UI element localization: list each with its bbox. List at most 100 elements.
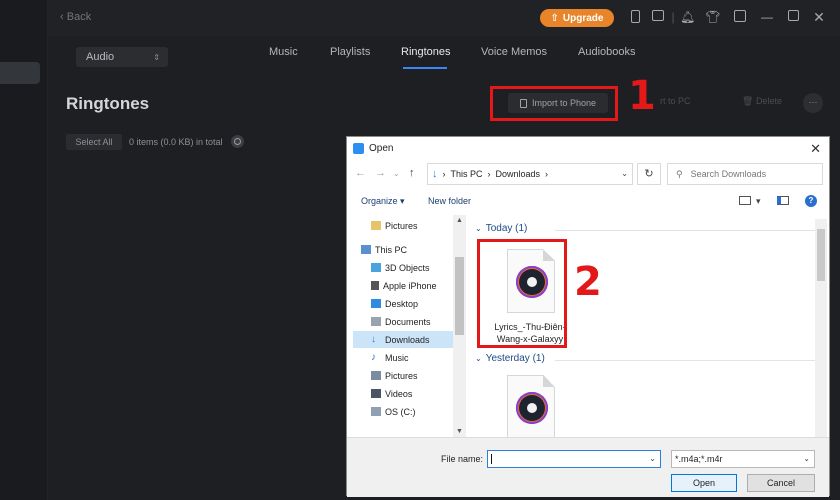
category-tabs: Music Playlists Ringtones Voice Memos Au…	[0, 46, 840, 70]
dialog-title: Open	[369, 142, 394, 154]
scroll-down-icon[interactable]: ▼	[456, 428, 463, 435]
chevron-down-icon: ⌄	[803, 454, 810, 463]
nav-item-desktop[interactable]: Desktop	[353, 295, 457, 312]
nav-item-videos[interactable]: Videos	[353, 385, 457, 402]
scrollbar-thumb[interactable]	[455, 257, 464, 335]
annotation-number-2: 2	[574, 259, 602, 305]
more-options-button[interactable]: ···	[803, 93, 823, 113]
file-name-input[interactable]: ⌄	[487, 450, 661, 468]
nav-item-label: Videos	[385, 388, 413, 399]
phone-device-icon	[371, 281, 379, 290]
computer-icon	[361, 245, 371, 254]
chevron-down-icon: ⌄	[475, 224, 482, 233]
nav-item-label: Music	[385, 352, 409, 363]
nav-item-label: This PC	[375, 244, 408, 255]
up-arrow-icon[interactable]: ↑	[409, 167, 415, 179]
address-dropdown-icon[interactable]: ⌄	[621, 169, 628, 178]
nav-item-label: Documents	[385, 316, 431, 327]
bell-icon[interactable]: 🔔︎	[680, 10, 695, 24]
audio-file-icon	[507, 375, 555, 437]
nav-item-os-c[interactable]: OS (C:)	[353, 403, 457, 420]
breadcrumb-downloads[interactable]: Downloads	[496, 169, 541, 179]
download-icon: ↓	[371, 334, 376, 345]
export-to-pc-button[interactable]: rt to PC	[660, 96, 691, 106]
menu-box-icon[interactable]	[733, 10, 747, 24]
nav-item-3d-objects[interactable]: 3D Objects	[353, 259, 457, 276]
address-bar[interactable]: ↓ › This PC › Downloads › ⌄	[427, 163, 633, 185]
dialog-title-bar: Open	[347, 137, 829, 159]
upgrade-icon: ⇧	[550, 12, 559, 24]
nav-item-label: Desktop	[385, 298, 419, 309]
close-icon[interactable]: ✕	[812, 10, 826, 24]
search-downloads-input[interactable]: ⚲ Search Downloads	[667, 163, 823, 185]
back-arrow-icon[interactable]: ←	[355, 167, 366, 179]
refresh-icon[interactable]: ↻	[637, 163, 661, 185]
nav-item-label: 3D Objects	[385, 262, 430, 273]
tab-playlists[interactable]: Playlists	[330, 46, 370, 58]
delete-button[interactable]: 🗑︎ Delete	[742, 96, 782, 107]
nav-item-pictures[interactable]: Pictures	[353, 367, 457, 384]
download-folder-icon: ↓	[432, 168, 438, 180]
tab-voice-memos[interactable]: Voice Memos	[481, 46, 547, 58]
nav-item-pictures-quick[interactable]: Pictures	[353, 217, 457, 234]
group-divider	[555, 360, 817, 361]
videos-icon	[371, 389, 381, 398]
restore-icon[interactable]	[786, 10, 800, 24]
delete-label: Delete	[755, 96, 782, 106]
tab-music[interactable]: Music	[269, 46, 298, 58]
dialog-close-icon[interactable]: ✕	[810, 141, 821, 157]
preview-pane-icon[interactable]	[777, 196, 789, 205]
shirt-icon[interactable]: 👕︎	[705, 10, 720, 24]
separator-icon: |	[671, 10, 675, 24]
file-type-select[interactable]: *.m4a;*.m4r ⌄	[671, 450, 815, 468]
search-icon[interactable]	[231, 135, 244, 148]
scroll-up-icon[interactable]: ▲	[456, 217, 463, 224]
gift-icon[interactable]	[651, 10, 665, 24]
tab-ringtones[interactable]: Ringtones	[401, 46, 451, 58]
file-list-scrollbar[interactable]	[815, 219, 827, 437]
new-folder-button[interactable]: New folder	[428, 196, 471, 206]
item-count-text: 0 items (0.0 KB) in total	[129, 137, 223, 147]
navigation-pane: Pictures This PC 3D Objects Apple iPhone…	[353, 215, 465, 437]
folder-icon	[371, 221, 381, 230]
open-button[interactable]: Open	[671, 474, 737, 492]
left-rail	[0, 0, 48, 500]
group-header-today[interactable]: ⌄ Today (1)	[475, 223, 527, 234]
annotation-box-1	[490, 86, 618, 121]
back-button[interactable]: ‹ Back	[60, 11, 91, 23]
nav-item-documents[interactable]: Documents	[353, 313, 457, 330]
group-divider	[555, 230, 817, 231]
view-options-icon[interactable]	[739, 196, 751, 205]
breadcrumb-sep-icon: ›	[545, 169, 549, 179]
scrollbar-thumb[interactable]	[817, 229, 825, 281]
group-header-label: Yesterday (1)	[485, 353, 545, 364]
cancel-button[interactable]: Cancel	[747, 474, 815, 492]
annotation-number-1: 1	[628, 73, 656, 119]
nav-pane-scrollbar[interactable]: ▲ ▼	[453, 215, 466, 437]
file-name-field-label: File name:	[441, 454, 484, 464]
search-icon: ⚲	[676, 168, 683, 179]
chevron-down-icon[interactable]: ⌄	[649, 454, 656, 463]
music-disc-icon	[516, 392, 548, 424]
nav-item-this-pc[interactable]: This PC	[353, 241, 457, 258]
cube-icon	[371, 263, 381, 272]
back-label: Back	[66, 11, 92, 23]
forward-arrow-icon[interactable]: →	[375, 167, 386, 179]
upgrade-label: Upgrade	[562, 12, 604, 24]
organize-button[interactable]: Organize ▾	[361, 196, 405, 207]
group-header-yesterday[interactable]: ⌄ Yesterday (1)	[475, 353, 545, 364]
phone-icon[interactable]	[628, 10, 642, 24]
upgrade-button[interactable]: ⇧ Upgrade	[540, 9, 614, 27]
select-all-button[interactable]: Select All	[66, 134, 122, 150]
breadcrumb-this-pc[interactable]: This PC	[451, 169, 483, 179]
view-dropdown-icon[interactable]: ▾	[756, 196, 761, 207]
tab-audiobooks[interactable]: Audiobooks	[578, 46, 636, 58]
nav-item-downloads[interactable]: ↓ Downloads	[353, 331, 457, 348]
nav-item-apple-iphone[interactable]: Apple iPhone	[353, 277, 457, 294]
nav-item-music[interactable]: ♪ Music	[353, 349, 457, 366]
open-file-dialog: Open ✕ ← → ⌄ ↑ ↓ › This PC › Downloads ›…	[346, 136, 830, 497]
recent-chevron-icon[interactable]: ⌄	[393, 169, 400, 178]
nav-item-label: Pictures	[385, 220, 418, 231]
help-icon[interactable]: ?	[805, 195, 817, 207]
minimize-icon[interactable]: —	[760, 10, 774, 24]
